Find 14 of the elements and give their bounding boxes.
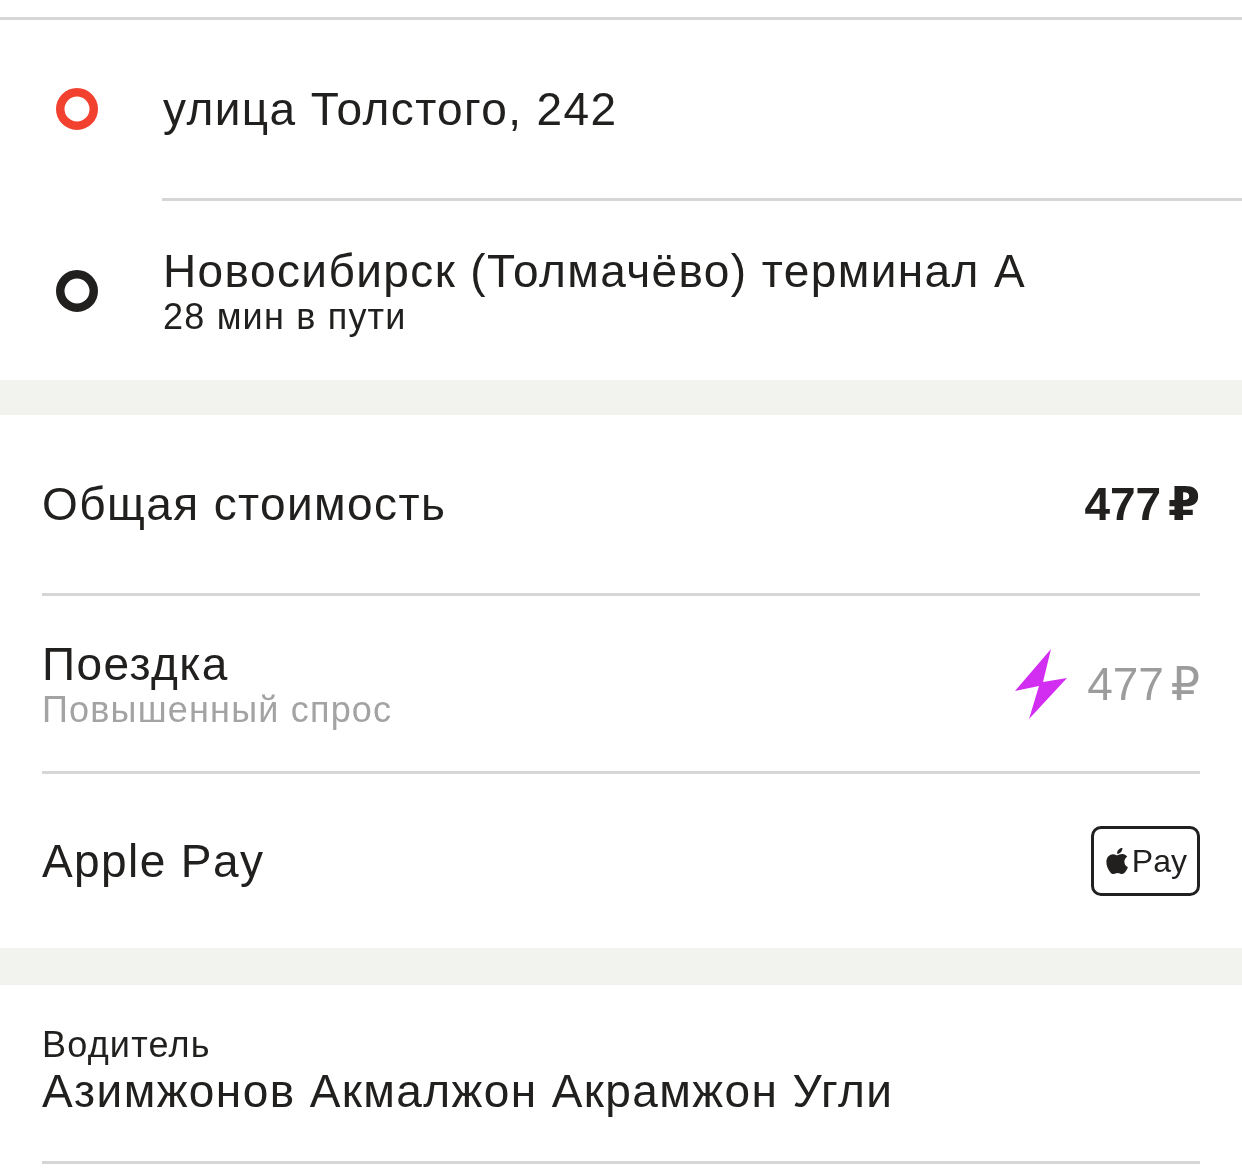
travel-time-text: 28 мин в пути bbox=[163, 296, 407, 337]
pay-label: Pay bbox=[1131, 843, 1187, 879]
driver-caption: Водитель bbox=[42, 1025, 212, 1065]
address-text: Новосибирск (Толмачёво) терминал А bbox=[163, 244, 1027, 297]
address-text: улица Толстого, 242 bbox=[163, 83, 618, 135]
price-text: 477 ₽ bbox=[1084, 478, 1200, 530]
apple-icon bbox=[1105, 848, 1128, 874]
lightning-icon bbox=[1015, 648, 1068, 719]
surge-note: Повышенный спрос bbox=[42, 689, 393, 730]
trip-label: Поездка bbox=[42, 637, 230, 690]
driver-name: Азимжонов Акмалжон Акрамжон Угли bbox=[42, 1065, 895, 1117]
price-text: 477 ₽ bbox=[1087, 657, 1200, 710]
total-cost-label: Общая стоимость bbox=[42, 478, 447, 530]
payment-method-label: Apple Pay bbox=[42, 835, 265, 887]
